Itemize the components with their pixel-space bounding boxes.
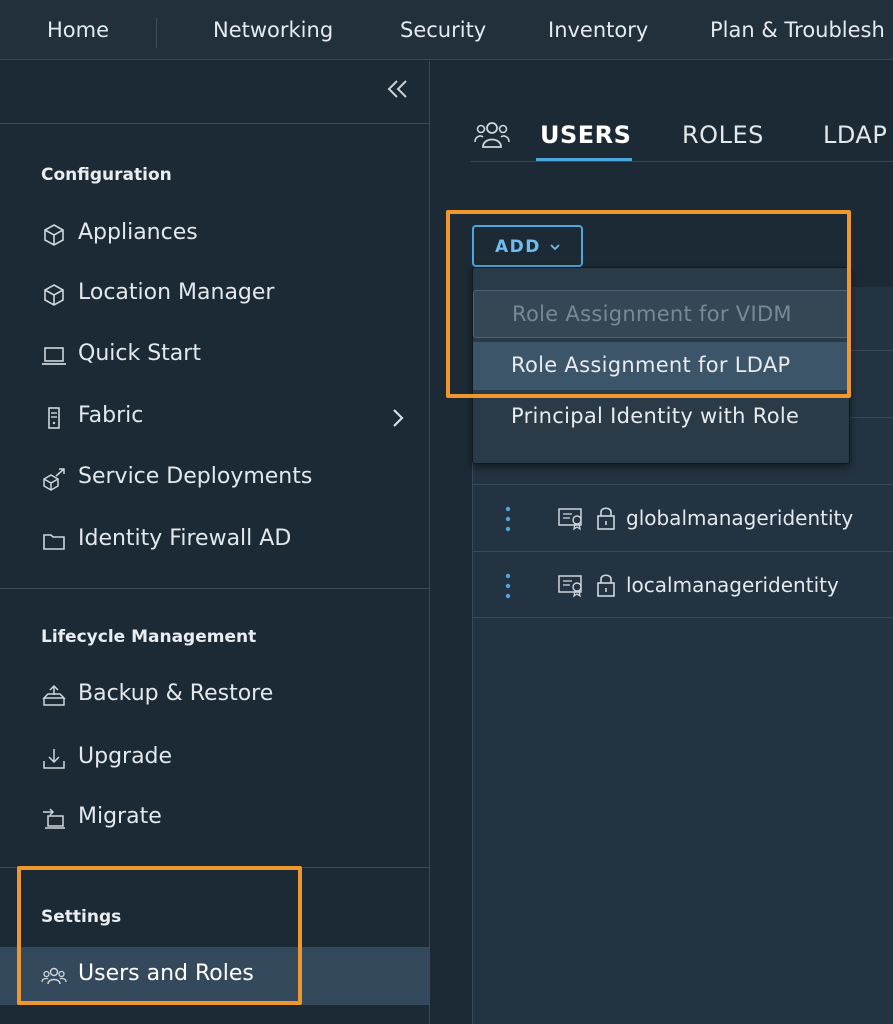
- sidebar-item-label: Location Manager: [78, 280, 275, 305]
- sidebar-item-quick-start[interactable]: Quick Start: [0, 327, 430, 385]
- sidebar-item-users-and-roles[interactable]: Users and Roles: [0, 947, 430, 1005]
- menu-item-role-assignment-vidm: Role Assignment for VIDM: [473, 290, 849, 338]
- sidebar-item-service-deployments[interactable]: Service Deployments: [0, 450, 430, 508]
- chevron-down-icon: [550, 244, 560, 251]
- main-content: USERS ROLES LDAP globalmanageridentity l…: [431, 61, 893, 1024]
- service-icon: [43, 468, 65, 491]
- sidebar-item-label: Users and Roles: [78, 961, 254, 986]
- tab-roles[interactable]: ROLES: [682, 121, 764, 149]
- users-icon: [41, 967, 67, 985]
- nav-separator: [156, 18, 157, 48]
- folder-icon: [43, 534, 65, 550]
- row-identity-name: localmanageridentity: [626, 573, 839, 597]
- sidebar-divider: [0, 867, 430, 868]
- upgrade-icon: [43, 749, 65, 769]
- menu-item-role-assignment-ldap[interactable]: Role Assignment for LDAP: [473, 342, 849, 390]
- sidebar-divider: [0, 123, 430, 124]
- nav-home[interactable]: Home: [47, 18, 109, 42]
- sidebar-item-appliances[interactable]: Appliances: [0, 206, 430, 264]
- certificate-icon: [558, 508, 582, 531]
- migrate-icon: [43, 808, 65, 829]
- lock-icon: [597, 574, 615, 597]
- menu-item-label: Role Assignment for LDAP: [511, 353, 791, 377]
- backup-icon: [42, 684, 66, 706]
- sidebar-item-label: Fabric: [78, 403, 144, 428]
- tab-users[interactable]: USERS: [540, 121, 631, 149]
- nav-plan-troubleshoot[interactable]: Plan & Troublesh: [710, 18, 885, 42]
- menu-item-principal-identity-with-role[interactable]: Principal Identity with Role: [473, 393, 849, 441]
- top-navigation: Home Networking Security Inventory Plan …: [0, 0, 893, 60]
- sidebar-item-fabric[interactable]: Fabric: [0, 389, 430, 447]
- sidebar-item-label: Appliances: [78, 220, 198, 245]
- nav-inventory[interactable]: Inventory: [548, 18, 648, 42]
- sidebar-item-label: Migrate: [78, 804, 162, 829]
- add-dropdown-menu: Role Assignment for VIDM Role Assignment…: [472, 267, 850, 464]
- kebab-menu-icon[interactable]: [504, 505, 512, 535]
- laptop-icon: [42, 347, 66, 365]
- sidebar-item-label: Backup & Restore: [78, 681, 274, 706]
- server-icon: [48, 407, 60, 429]
- chevron-right-icon: [393, 409, 404, 427]
- sidebar-item-label: Quick Start: [78, 341, 201, 366]
- kebab-menu-icon[interactable]: [504, 572, 512, 602]
- nav-security[interactable]: Security: [400, 18, 486, 42]
- cube-icon: [44, 224, 64, 246]
- sidebar-item-label: Identity Firewall AD: [78, 526, 292, 551]
- sidebar: Configuration Appliances Location Manage…: [0, 61, 430, 1024]
- table-row-divider: [472, 617, 893, 684]
- menu-item-label: Principal Identity with Role: [511, 404, 800, 428]
- tab-ldap[interactable]: LDAP: [823, 121, 887, 149]
- menu-item-label: Role Assignment for VIDM: [512, 302, 792, 326]
- table-row: localmanageridentity: [472, 551, 893, 618]
- double-chevron-left-icon[interactable]: [384, 75, 412, 103]
- tabs-divider: [471, 161, 893, 162]
- add-button-label: ADD: [495, 237, 541, 257]
- row-identity-name: globalmanageridentity: [626, 506, 854, 530]
- sidebar-item-migrate[interactable]: Migrate: [0, 790, 430, 848]
- add-button[interactable]: ADD: [472, 225, 583, 267]
- certificate-icon: [558, 575, 582, 598]
- section-title-lifecycle-management: Lifecycle Management: [41, 627, 257, 647]
- lock-icon: [597, 507, 615, 530]
- sidebar-item-label: Upgrade: [78, 744, 173, 769]
- section-title-settings: Settings: [41, 907, 122, 927]
- sidebar-item-label: Service Deployments: [78, 464, 313, 489]
- section-title-configuration: Configuration: [41, 165, 172, 185]
- nav-networking[interactable]: Networking: [213, 18, 333, 42]
- table-row: globalmanageridentity: [472, 484, 893, 551]
- sidebar-divider: [0, 588, 430, 589]
- sidebar-item-backup-restore[interactable]: Backup & Restore: [0, 667, 430, 725]
- sidebar-item-location-manager[interactable]: Location Manager: [0, 266, 430, 324]
- sidebar-item-identity-firewall-ad[interactable]: Identity Firewall AD: [0, 512, 430, 570]
- sidebar-item-upgrade[interactable]: Upgrade: [0, 730, 430, 788]
- users-group-icon: [474, 122, 510, 148]
- cube-icon: [44, 284, 64, 306]
